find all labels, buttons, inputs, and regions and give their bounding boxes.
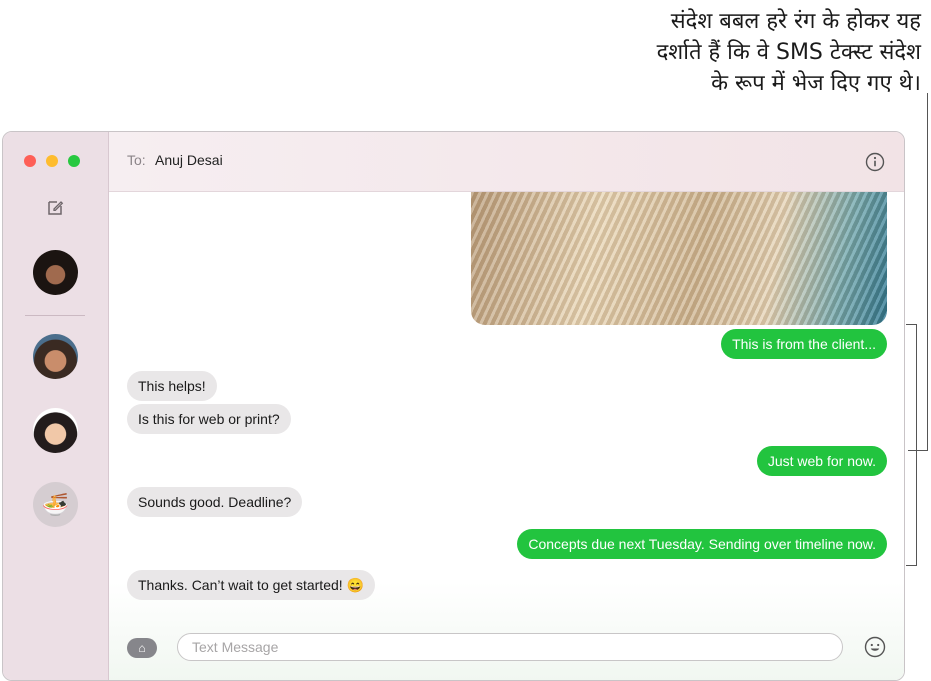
callout-line-1: संदेश बबल हरे रंग के होकर यह	[670, 9, 921, 34]
conversation-avatar-3[interactable]	[33, 408, 78, 453]
messages-window: 🍜 To: Anuj Desai This is from the client…	[2, 131, 905, 681]
message-bubble-incoming[interactable]: Sounds good. Deadline?	[127, 487, 303, 517]
app-store-button[interactable]: ⌂	[127, 638, 157, 658]
close-window-button[interactable]	[24, 155, 36, 167]
callout-line-3: के रूप में भेज दिए गए थे।	[711, 71, 921, 96]
photo-attachment[interactable]	[471, 192, 887, 325]
conversation-avatar-2[interactable]	[33, 334, 78, 379]
app-store-icon: ⌂	[138, 641, 146, 655]
callout-leader-line	[927, 93, 928, 450]
message-bubble-incoming[interactable]: Thanks. Can’t wait to get started! 😄	[127, 570, 375, 600]
message-input[interactable]	[177, 633, 843, 661]
message-bubble-incoming[interactable]: This helps!	[127, 371, 217, 401]
sidebar: 🍜	[3, 132, 109, 680]
message-transcript: This is from the client... This helps! I…	[109, 192, 904, 680]
noodles-icon: 🍜	[41, 491, 70, 517]
message-bubble-outgoing[interactable]: This is from the client...	[721, 329, 887, 359]
callout-line-2: दर्शाते हैं कि वे SMS टेक्स्ट संदेश	[656, 40, 921, 65]
emoji-icon[interactable]	[864, 636, 886, 658]
conversation-avatar-1[interactable]	[33, 250, 78, 295]
info-icon[interactable]	[865, 152, 885, 172]
composer-bar: ⌂	[109, 618, 904, 680]
to-label: To:	[127, 152, 146, 168]
compose-icon[interactable]	[45, 198, 65, 218]
conversation-header: To: Anuj Desai	[109, 132, 904, 192]
recipient-name[interactable]: Anuj Desai	[155, 152, 223, 168]
message-bubble-outgoing[interactable]: Just web for now.	[756, 446, 887, 476]
sidebar-divider	[25, 315, 85, 316]
minimize-window-button[interactable]	[46, 155, 58, 167]
callout-bracket	[906, 324, 917, 566]
callout-annotation: संदेश बबल हरे रंग के होकर यह दर्शाते हैं…	[501, 6, 921, 99]
conversation-avatar-4[interactable]: 🍜	[33, 482, 78, 527]
message-bubble-outgoing[interactable]: Concepts due next Tuesday. Sending over …	[517, 529, 887, 559]
message-bubble-incoming[interactable]: Is this for web or print?	[127, 404, 291, 434]
zoom-window-button[interactable]	[68, 155, 80, 167]
